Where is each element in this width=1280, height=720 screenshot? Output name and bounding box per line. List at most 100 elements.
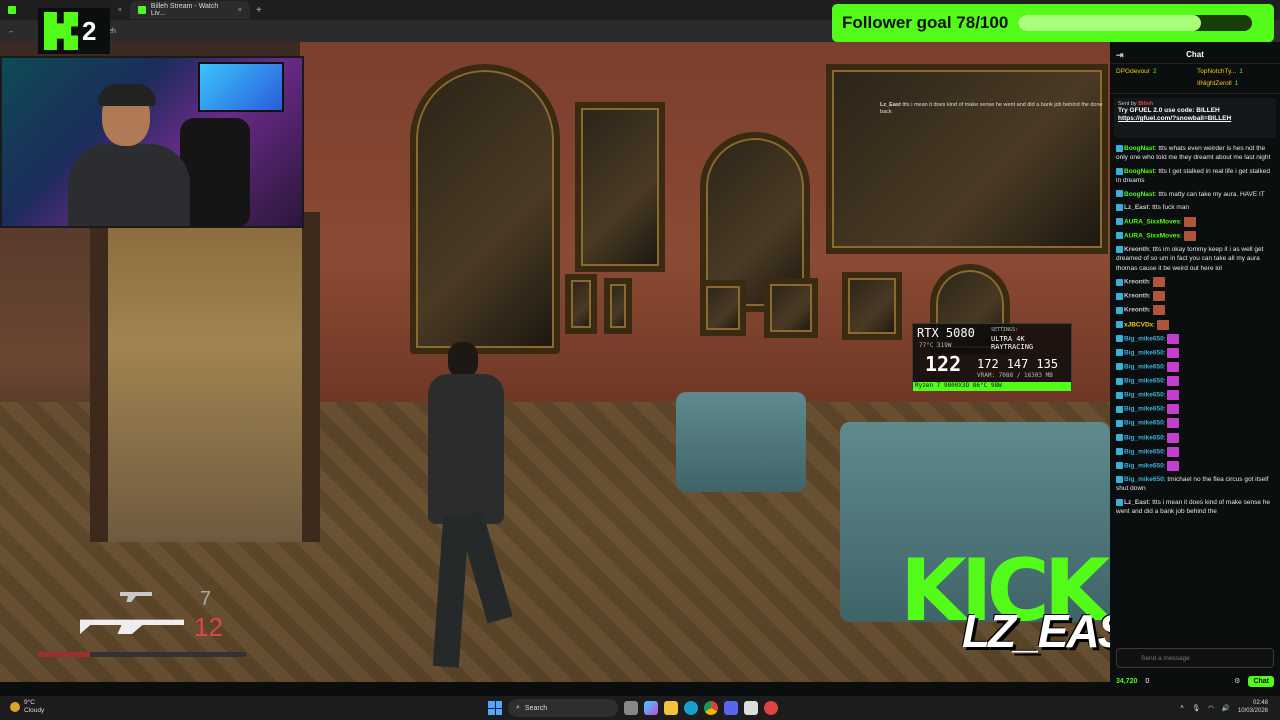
emote-icon [1152, 291, 1165, 302]
chat-username[interactable]: BoogNast [1124, 191, 1155, 198]
chat-message[interactable]: BoogNast: ttts I get stalked in real lif… [1116, 167, 1274, 186]
gear-icon[interactable]: ⚙ [1234, 677, 1240, 685]
weapon-hud: 7 12 [80, 588, 250, 658]
chat-username[interactable]: Big_mike650 [1124, 463, 1164, 470]
chrome-icon[interactable] [704, 701, 718, 715]
edge-icon[interactable] [684, 701, 698, 715]
leaderboard-entry[interactable]: TopNotchTy... 1 [1197, 68, 1274, 78]
taskbar-search[interactable]: ⌕ Search [508, 699, 618, 717]
emote-icon [1167, 432, 1180, 443]
weather-widget[interactable]: 9°C Cloudy [10, 699, 44, 715]
new-tab-button[interactable]: + [250, 5, 268, 16]
chat-message[interactable]: Big_mike650: [1116, 460, 1274, 471]
microphone-icon[interactable]: 🎙 [1192, 704, 1200, 712]
chat-username[interactable]: Kreonth [1124, 279, 1149, 286]
chat-message[interactable]: Kreonth: ttts im okay tommy keep it i as… [1116, 245, 1274, 273]
chat-username[interactable]: xJBCVDx [1124, 321, 1153, 328]
pinned-link[interactable]: https://gfuel.com/?snowball=BILLEH [1118, 115, 1272, 122]
chat-message[interactable]: Big_mike650: [1116, 333, 1274, 344]
chat-title: Chat [1186, 50, 1204, 59]
chat-messages[interactable]: BoogNast: ttts whats even weirder is hes… [1110, 142, 1280, 610]
chat-username[interactable]: Big_mike650 [1124, 335, 1164, 342]
chat-username[interactable]: AURA_SixxMoves [1124, 218, 1180, 225]
chat-message[interactable]: Big_mike650: [1116, 432, 1274, 443]
chat-username[interactable]: Big_mike650 [1124, 378, 1164, 385]
windows-start-icon[interactable] [488, 701, 502, 715]
kick-k-icon [44, 12, 78, 50]
chat-username[interactable]: Big_mike650 [1124, 448, 1164, 455]
chat-input[interactable]: Send a message [1116, 648, 1274, 668]
kick-logo: 2 [38, 8, 110, 54]
chat-message[interactable]: Big_mike650: tmichael no the flea circus… [1116, 475, 1274, 494]
subscriber-badge-icon [1116, 391, 1123, 399]
volume-icon[interactable]: 🔊 [1222, 704, 1230, 712]
chat-username[interactable]: Big_mike650 [1124, 476, 1164, 483]
app-icon[interactable] [744, 701, 758, 715]
chat-message[interactable]: Kreonth: [1116, 291, 1274, 302]
chat-message[interactable]: Kreonth: [1116, 305, 1274, 316]
follower-goal-bar: Follower goal 78/100 [832, 4, 1274, 42]
collapse-chat-icon[interactable]: ⇥ [1116, 50, 1124, 61]
clock[interactable]: 02:48 10/03/2026 [1238, 700, 1268, 715]
chat-username[interactable]: AURA_SixxMoves [1124, 232, 1180, 239]
chat-message[interactable]: Big_mike650: [1116, 418, 1274, 429]
chat-username[interactable]: Kreonth [1124, 307, 1149, 314]
chat-message[interactable]: Big_mike650: [1116, 347, 1274, 358]
discord-icon[interactable] [724, 701, 738, 715]
chat-message[interactable]: BoogNast: ttts matty can take my aura. H… [1116, 190, 1274, 199]
channel-points[interactable]: 34,720 [1116, 678, 1137, 685]
copilot-icon[interactable] [644, 701, 658, 715]
chat-message[interactable]: xJBCVDx: [1116, 319, 1274, 330]
chat-message[interactable]: Lz_East: ttts fuck man [1116, 203, 1274, 212]
chat-username[interactable]: Big_mike650 [1124, 364, 1164, 371]
leaderboard-entry[interactable] [1116, 80, 1193, 90]
chat-message[interactable]: Kreonth: [1116, 277, 1274, 288]
kick-logo-number: 2 [82, 15, 97, 46]
emote-icon [1156, 319, 1169, 330]
chat-username[interactable]: BoogNast [1124, 168, 1155, 175]
chat-username[interactable]: Lz_East [1124, 204, 1149, 211]
chat-message[interactable]: Big_mike650: [1116, 404, 1274, 415]
chat-message[interactable]: AURA_SixxMoves: [1116, 230, 1274, 241]
close-tab-icon[interactable]: × [118, 7, 122, 14]
app-icon[interactable] [764, 701, 778, 715]
chat-username[interactable]: Big_mike650 [1124, 406, 1164, 413]
close-tab-icon[interactable]: × [238, 7, 242, 14]
chat-message[interactable]: BoogNast: ttts whats even weirder is hes… [1116, 144, 1274, 163]
gpu-name: RTX 5080 [917, 326, 975, 340]
subscriber-badge-icon [1116, 498, 1123, 506]
chat-username[interactable]: BoogNast [1124, 145, 1155, 152]
vram-usage: VRAM: 7088 / 16303 MB [977, 372, 1053, 379]
chat-username[interactable]: Big_mike650 [1124, 392, 1164, 399]
emote-icon [1167, 460, 1180, 471]
chat-message[interactable]: Big_mike650: [1116, 446, 1274, 457]
subscriber-badge-icon [1116, 144, 1123, 152]
taskview-icon[interactable] [624, 701, 638, 715]
leaderboard-entry[interactable]: DPGdevour 2 [1116, 68, 1193, 78]
chevron-up-icon[interactable]: ˄ [1180, 704, 1184, 711]
back-arrow-icon[interactable]: ← [8, 28, 15, 35]
emote-icon [1183, 216, 1196, 227]
chat-message[interactable]: Big_mike650: [1116, 390, 1274, 401]
chat-message[interactable]: Big_mike650: [1116, 361, 1274, 372]
subscriber-badge-icon [1116, 278, 1123, 286]
send-chat-button[interactable]: Chat [1248, 675, 1274, 687]
chat-username[interactable]: Big_mike650 [1124, 434, 1164, 441]
chat-username[interactable]: Big_mike650 [1124, 420, 1164, 427]
gift-count[interactable]: 0 [1145, 678, 1149, 685]
browser-tab-billeh[interactable]: Billeh Stream - Watch Liv... × [130, 1, 250, 19]
file-explorer-icon[interactable] [664, 701, 678, 715]
chat-message[interactable]: Lz_East: ttts i mean it does kind of mak… [1116, 498, 1274, 517]
subscriber-badge-icon [1116, 245, 1123, 253]
emote-icon [1167, 418, 1180, 429]
chat-username[interactable]: Lz_East [1124, 499, 1149, 506]
wifi-icon[interactable]: ◠ [1208, 704, 1214, 712]
chat-message[interactable]: Big_mike650: [1116, 376, 1274, 387]
subscriber-badge-icon [1116, 363, 1123, 371]
chat-username[interactable]: Kreonth [1124, 246, 1149, 253]
chat-username[interactable]: Big_mike650 [1124, 350, 1164, 357]
chat-message[interactable]: AURA_SixxMoves: [1116, 216, 1274, 227]
follower-goal-label: Follower goal 78/100 [842, 13, 1009, 32]
leaderboard-entry[interactable]: IlNightZeroll 1 [1197, 80, 1274, 90]
chat-username[interactable]: Kreonth [1124, 293, 1149, 300]
